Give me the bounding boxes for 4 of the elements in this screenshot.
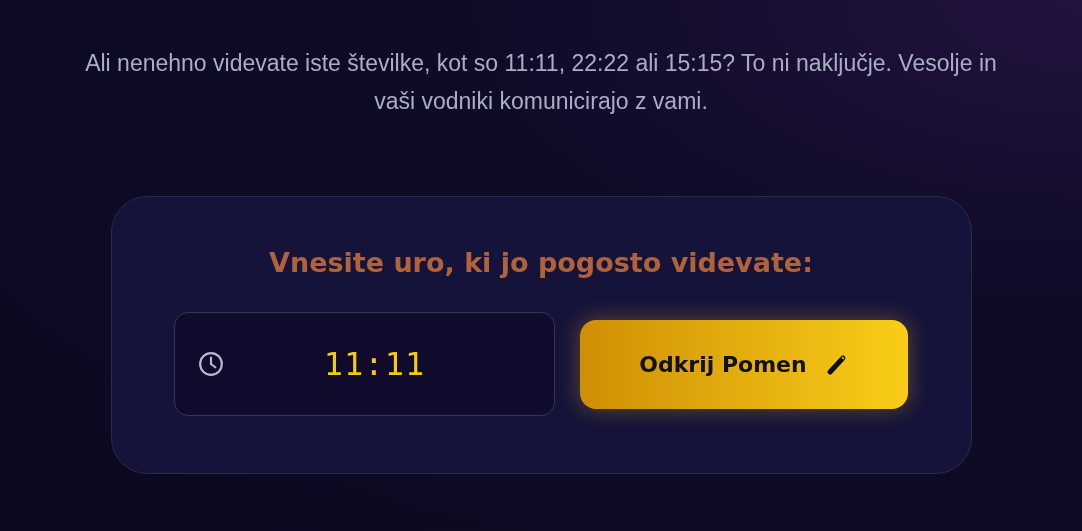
time-field[interactable]: 11:11 [174,312,555,416]
reveal-button[interactable]: Odkrij Pomen [580,319,908,409]
intro-text: Ali nenehno videvate iste številke, kot so 11:11, 22:22 ali 15:15? To ni naključje. Vesolje in vaši vodniki komunicirajo z vami. [84,49,998,116]
card-title: Vnesite uro, ki jo pogosto videvate: [269,247,813,278]
